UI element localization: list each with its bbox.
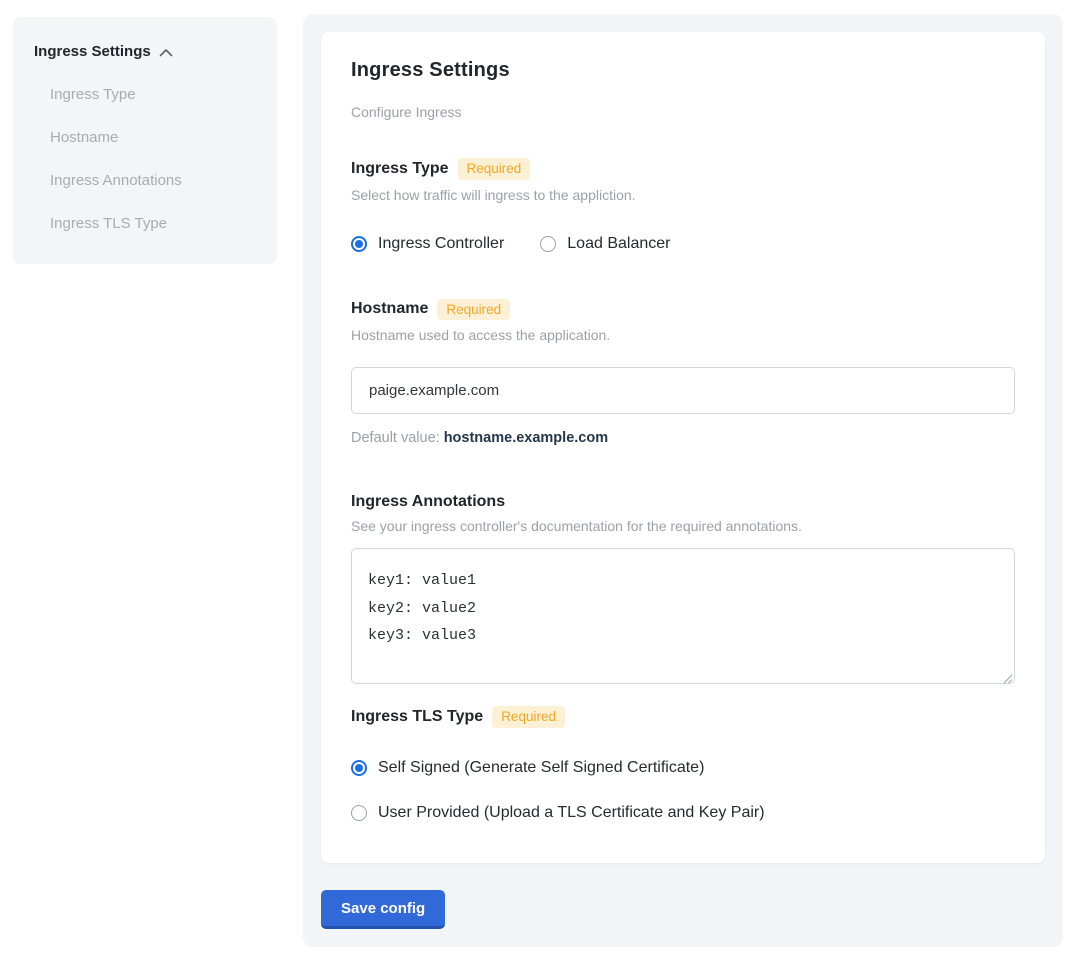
sidebar-item-list: Ingress Type Hostname Ingress Annotation…	[34, 86, 257, 232]
radio-option-user-provided[interactable]: User Provided (Upload a TLS Certificate …	[351, 804, 1015, 822]
group-title-hostname: Hostname	[351, 300, 428, 318]
radio-icon[interactable]	[351, 760, 367, 776]
chevron-up-icon	[159, 48, 173, 57]
page-title: Ingress Settings	[351, 59, 1015, 82]
default-value-line: Default value: hostname.example.com	[351, 430, 1015, 446]
save-config-button[interactable]: Save config	[321, 890, 445, 929]
required-badge: Required	[458, 158, 531, 180]
config-card: Ingress Settings Configure Ingress Ingre…	[321, 32, 1045, 863]
sidebar-item-ingress-annotations[interactable]: Ingress Annotations	[34, 172, 257, 189]
group-description: Select how traffic will ingress to the a…	[351, 187, 1015, 203]
config-nav-sidebar: Ingress Settings Ingress Type Hostname I…	[13, 17, 277, 264]
radio-option-self-signed[interactable]: Self Signed (Generate Self Signed Certif…	[351, 759, 1015, 777]
annotations-textarea[interactable]: key1: value1 key2: value2 key3: value3	[351, 548, 1015, 684]
hostname-input[interactable]	[351, 367, 1015, 414]
textarea-resize-handle[interactable]	[1003, 671, 1013, 681]
radio-icon[interactable]	[351, 805, 367, 821]
group-ingress-type: Ingress Type Required Select how traffic…	[351, 158, 1015, 253]
ingress-type-radio-group: Ingress Controller Load Balancer	[351, 235, 1015, 253]
group-description: See your ingress controller's documentat…	[351, 518, 1015, 534]
radio-label: Ingress Controller	[378, 235, 504, 253]
group-ingress-annotations: Ingress Annotations See your ingress con…	[351, 493, 1015, 684]
page-subtitle: Configure Ingress	[351, 104, 1015, 120]
group-hostname: Hostname Required Hostname used to acces…	[351, 299, 1015, 447]
required-badge: Required	[492, 706, 565, 728]
sidebar-group-ingress-settings[interactable]: Ingress Settings	[34, 43, 257, 60]
radio-icon[interactable]	[351, 236, 367, 252]
ingress-tls-radio-group: Self Signed (Generate Self Signed Certif…	[351, 759, 1015, 822]
sidebar-item-hostname[interactable]: Hostname	[34, 129, 257, 146]
annotations-textarea-wrap: key1: value1 key2: value2 key3: value3	[351, 548, 1015, 684]
group-title-ingress-type: Ingress Type	[351, 160, 449, 178]
required-badge: Required	[437, 299, 510, 321]
radio-label: Load Balancer	[567, 235, 670, 253]
group-description: Hostname used to access the application.	[351, 327, 1015, 343]
radio-option-ingress-controller[interactable]: Ingress Controller	[351, 235, 504, 253]
default-value-label: Default value:	[351, 430, 440, 446]
sidebar-item-ingress-type[interactable]: Ingress Type	[34, 86, 257, 103]
radio-icon[interactable]	[540, 236, 556, 252]
radio-label: User Provided (Upload a TLS Certificate …	[378, 804, 765, 822]
default-value-text: hostname.example.com	[444, 430, 608, 446]
group-title-ingress-tls-type: Ingress TLS Type	[351, 708, 483, 726]
config-panel: Ingress Settings Configure Ingress Ingre…	[303, 14, 1063, 947]
sidebar-item-ingress-tls-type[interactable]: Ingress TLS Type	[34, 215, 257, 232]
radio-label: Self Signed (Generate Self Signed Certif…	[378, 759, 704, 777]
sidebar-group-label: Ingress Settings	[34, 43, 151, 60]
group-title-ingress-annotations: Ingress Annotations	[351, 493, 505, 511]
radio-option-load-balancer[interactable]: Load Balancer	[540, 235, 670, 253]
group-ingress-tls-type: Ingress TLS Type Required Self Signed (G…	[351, 706, 1015, 822]
